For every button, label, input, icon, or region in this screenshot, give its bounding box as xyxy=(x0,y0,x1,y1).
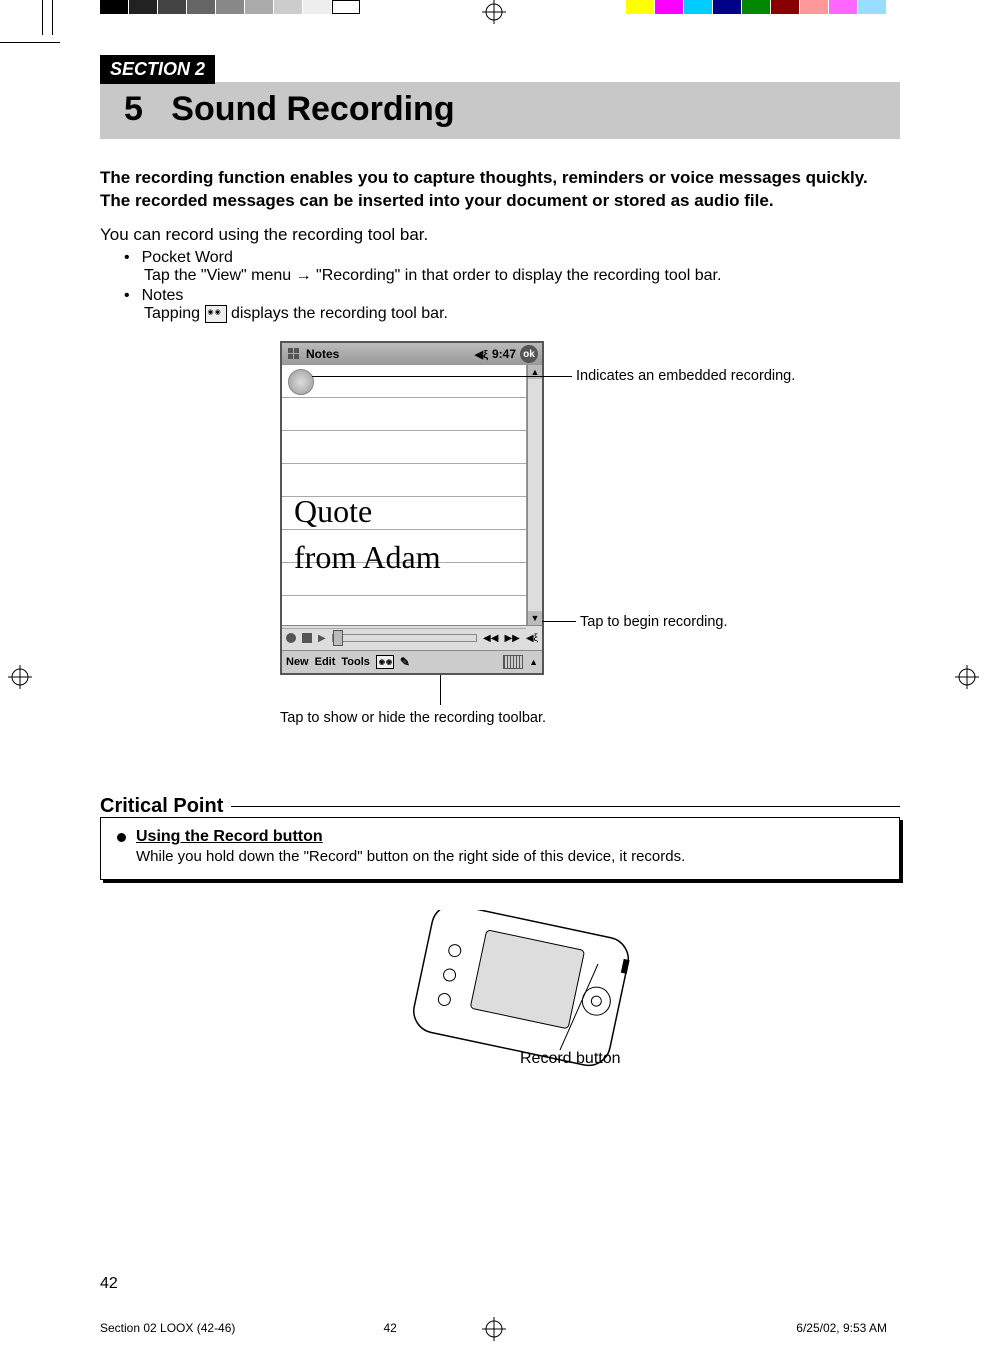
critical-box: Using the Record button While you hold d… xyxy=(100,817,900,880)
speaker-icon: ◀ξ xyxy=(475,348,488,361)
crop-mark xyxy=(0,42,60,43)
screenshot-figure: Notes ◀ξ 9:47 ok Quote from Adam ▲ ▼ xyxy=(280,341,840,761)
ok-button[interactable]: ok xyxy=(520,345,538,363)
footer-center: 42 xyxy=(384,1321,604,1335)
heading-rule xyxy=(231,806,900,807)
page-number: 42 xyxy=(100,1275,118,1293)
critical-item-body: While you hold down the "Record" button … xyxy=(136,848,685,865)
bullet-sub: Tap the "View" menu → "Recording" in tha… xyxy=(144,267,900,285)
menu-edit[interactable]: Edit xyxy=(315,656,336,668)
color-bars-left xyxy=(100,0,361,14)
callout-line xyxy=(542,621,576,622)
menu-tools[interactable]: Tools xyxy=(341,656,370,668)
critical-heading: Critical Point xyxy=(100,795,223,818)
footer: Section 02 LOOX (42-46) 42 6/25/02, 9:53… xyxy=(100,1321,887,1335)
crop-mark xyxy=(42,0,43,35)
keyboard-icon[interactable] xyxy=(503,655,523,669)
scrollbar[interactable]: ▲ ▼ xyxy=(527,365,542,625)
tape-icon xyxy=(205,305,227,323)
bullet-list: Pocket Word Tap the "View" menu → "Recor… xyxy=(100,249,900,323)
toggle-recording-toolbar-icon[interactable] xyxy=(376,655,394,669)
callout-begin: Tap to begin recording. xyxy=(580,613,728,631)
embedded-recording-icon[interactable] xyxy=(288,369,314,395)
progress-slider[interactable] xyxy=(332,634,477,642)
critical-item-title: Using the Record button xyxy=(136,828,685,846)
list-item: Notes Tapping displays the recording too… xyxy=(124,287,900,323)
chevron-up-icon[interactable]: ▲ xyxy=(529,657,538,667)
device-label: Record button xyxy=(520,1050,621,1068)
record-button[interactable] xyxy=(286,633,296,643)
device-illustration: Record button xyxy=(350,910,650,1090)
bullet-heading: Pocket Word xyxy=(142,249,233,267)
scroll-down-icon[interactable]: ▼ xyxy=(528,611,542,625)
critical-point-section: Critical Point Using the Record button W… xyxy=(100,795,900,880)
registration-mark-icon xyxy=(482,0,506,24)
start-flag-icon xyxy=(286,346,302,362)
body-lead: You can record using the recording tool … xyxy=(100,225,900,245)
chapter-title: Sound Recording xyxy=(171,90,454,128)
page-title: 5 Sound Recording xyxy=(124,90,888,129)
bullet-dot-icon xyxy=(117,833,126,842)
registration-mark-icon xyxy=(8,665,32,689)
volume-icon[interactable]: ◀ξ xyxy=(526,633,538,644)
prev-track-icon[interactable]: ◀◀ xyxy=(483,633,498,644)
footer-right: 6/25/02, 9:53 AM xyxy=(796,1321,887,1335)
intro-paragraph: The recording function enables you to ca… xyxy=(100,167,900,213)
bullet-heading: Notes xyxy=(142,287,184,305)
bullet-sub: Tapping displays the recording tool bar. xyxy=(144,305,900,323)
handwritten-text: from Adam xyxy=(294,533,441,581)
window-titlebar: Notes ◀ξ 9:47 ok xyxy=(282,343,542,365)
crop-mark xyxy=(52,0,53,35)
stop-button[interactable] xyxy=(302,633,312,643)
notes-app-screenshot: Notes ◀ξ 9:47 ok Quote from Adam ▲ ▼ xyxy=(280,341,544,675)
color-bars-right xyxy=(626,0,887,14)
notes-canvas[interactable]: Quote from Adam xyxy=(282,365,527,625)
callout-line xyxy=(312,376,572,377)
footer-left: Section 02 LOOX (42-46) xyxy=(100,1321,235,1335)
app-title: Notes xyxy=(306,347,339,361)
handwritten-text: Quote xyxy=(294,487,372,535)
title-bar: 5 Sound Recording xyxy=(100,82,900,139)
list-item: Pocket Word Tap the "View" menu → "Recor… xyxy=(124,249,900,285)
chapter-number: 5 xyxy=(124,90,143,128)
pen-icon[interactable]: ✎ xyxy=(400,655,410,669)
clock-time: 9:47 xyxy=(492,347,516,361)
play-button[interactable]: ▶ xyxy=(318,633,326,644)
registration-mark-icon xyxy=(955,665,979,689)
menu-new[interactable]: New xyxy=(286,656,309,668)
callout-embedded: Indicates an embedded recording. xyxy=(576,367,795,385)
callout-line xyxy=(440,675,441,705)
section-tab: SECTION 2 xyxy=(100,55,215,84)
callout-toolbar: Tap to show or hide the recording toolba… xyxy=(280,709,546,727)
menu-bar: New Edit Tools ✎ ▲ xyxy=(282,650,542,673)
next-track-icon[interactable]: ▶▶ xyxy=(504,633,519,644)
